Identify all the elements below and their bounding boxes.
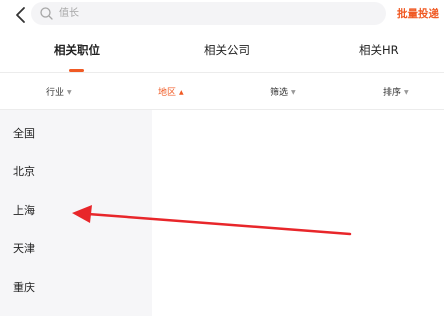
- filter-sort[interactable]: 排序 ▼: [383, 85, 409, 98]
- tab-related-jobs[interactable]: 相关职位: [54, 42, 100, 58]
- filter-label: 筛选: [270, 88, 289, 98]
- caret-down-icon: ▼: [67, 89, 72, 96]
- filter-label: 排序: [383, 88, 402, 98]
- chevron-left-icon[interactable]: [13, 5, 29, 25]
- caret-down-icon: ▼: [291, 89, 296, 96]
- active-tab-indicator: [69, 69, 84, 72]
- filter-bar: 行业 ▼ 地区 ▲ 筛选 ▼ 排序 ▼: [0, 73, 444, 110]
- caret-up-icon: ▲: [179, 89, 184, 96]
- result-tabs: 相关职位 相关公司 相关HR: [0, 30, 444, 73]
- caret-down-icon: ▼: [404, 89, 409, 96]
- tab-related-hr[interactable]: 相关HR: [359, 42, 399, 58]
- top-bar: 批量投递: [0, 0, 444, 30]
- region-item-beijing[interactable]: 北京: [13, 163, 35, 179]
- batch-apply-button[interactable]: 批量投递: [397, 6, 439, 21]
- filter-industry[interactable]: 行业 ▼: [46, 85, 72, 98]
- region-list: 全国 北京 上海 天津 重庆: [0, 110, 152, 316]
- filter-label: 地区: [158, 88, 177, 98]
- filter-screen[interactable]: 筛选 ▼: [270, 85, 296, 98]
- region-item-shanghai[interactable]: 上海: [13, 202, 35, 218]
- tab-related-companies[interactable]: 相关公司: [204, 42, 250, 58]
- search-box[interactable]: [31, 2, 386, 25]
- search-icon: [40, 7, 53, 20]
- filter-region[interactable]: 地区 ▲: [158, 85, 184, 98]
- filter-label: 行业: [46, 88, 65, 98]
- search-input[interactable]: [59, 4, 369, 23]
- region-item-tianjin[interactable]: 天津: [13, 240, 35, 256]
- region-item-chongqing[interactable]: 重庆: [13, 279, 35, 295]
- region-item-nationwide[interactable]: 全国: [13, 125, 35, 141]
